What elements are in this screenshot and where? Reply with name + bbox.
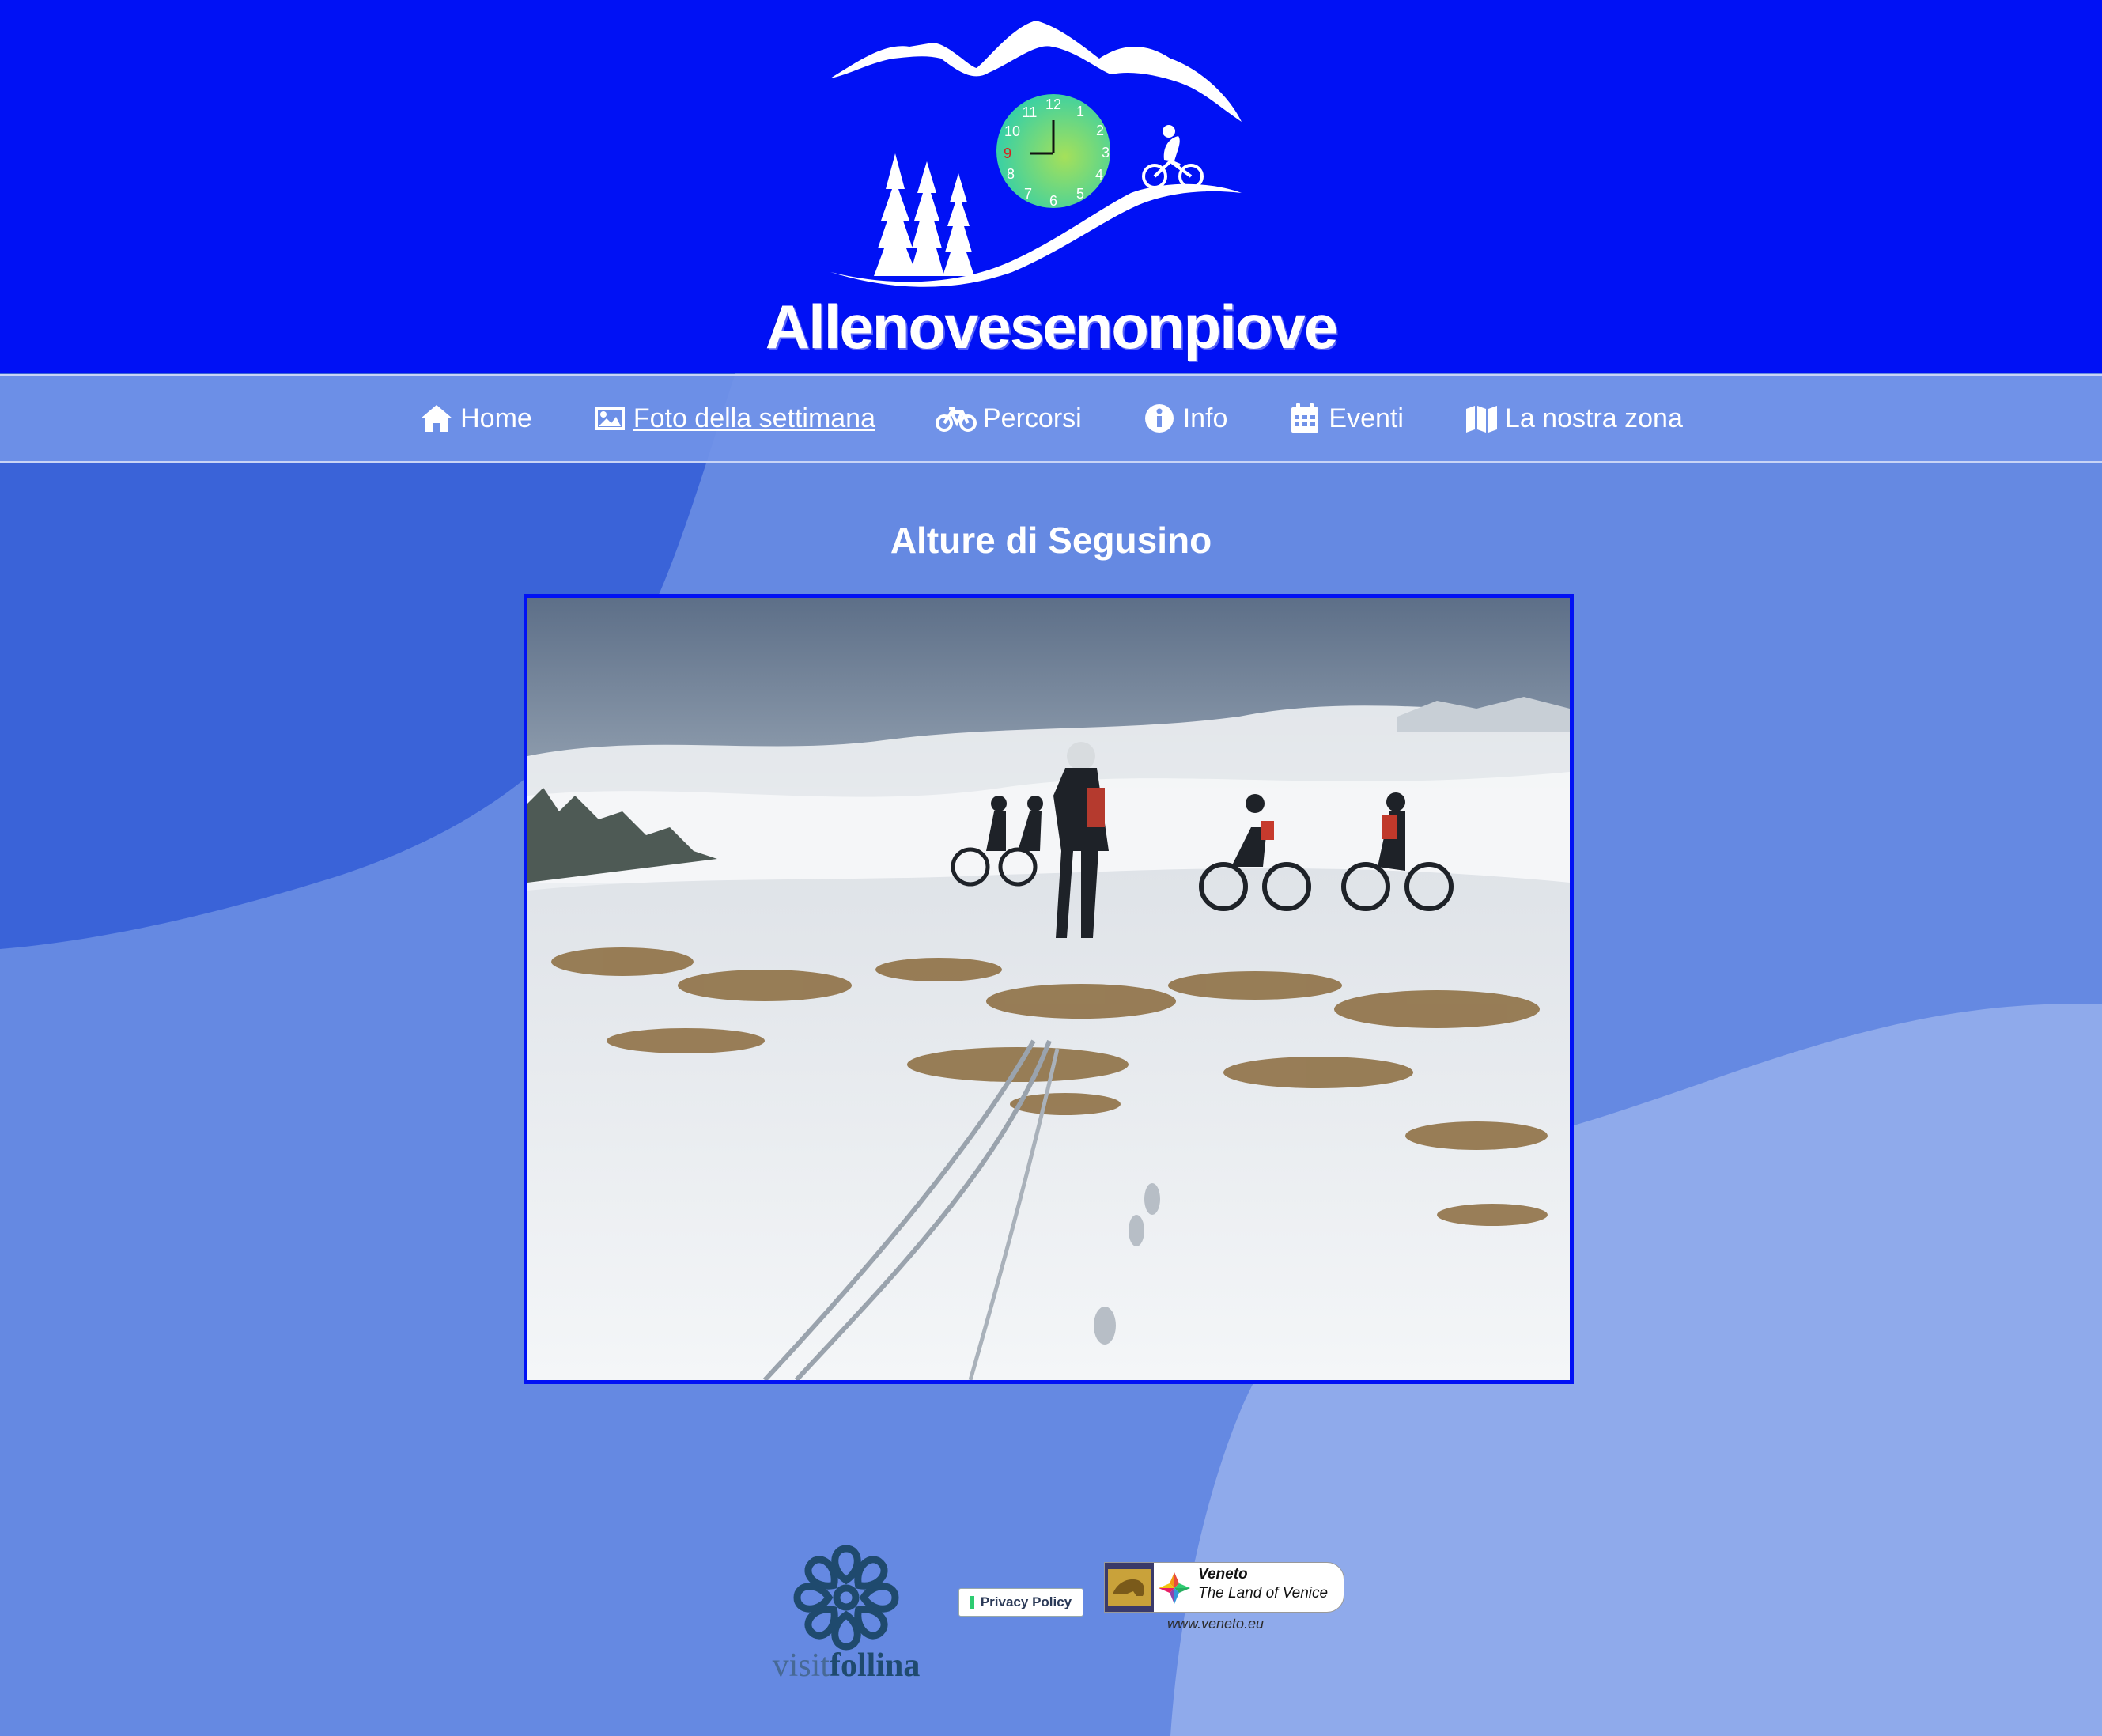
veneto-lion-flag-icon — [1105, 1563, 1154, 1612]
map-icon — [1465, 406, 1497, 433]
visit-follina-text: visitfollina — [759, 1647, 933, 1685]
veneto-url[interactable]: www.veneto.eu — [1167, 1616, 1264, 1632]
nav-item-eventi[interactable]: Eventi — [1287, 403, 1404, 434]
bicycle-icon — [936, 407, 977, 432]
nav-item-label: La nostra zona — [1504, 403, 1683, 433]
visit-follina-suffix: follina — [830, 1647, 921, 1684]
svg-text:1: 1 — [1076, 104, 1084, 119]
veneto-title: Veneto — [1198, 1566, 1248, 1583]
nav-item-info[interactable]: Info — [1142, 403, 1228, 434]
nav-item-label: Info — [1182, 403, 1228, 433]
svg-text:5: 5 — [1076, 186, 1084, 202]
calendar-icon — [1291, 403, 1319, 433]
veneto-star-icon — [1159, 1572, 1190, 1604]
page-title: Alture di Segusino — [890, 520, 1212, 561]
home-icon — [421, 405, 453, 432]
nav-item-foto-della-settimana[interactable]: Foto della settimana — [592, 403, 875, 434]
visit-follina-prefix: visit — [772, 1647, 830, 1684]
nav-item-label: Eventi — [1329, 403, 1404, 433]
veneto-badge[interactable]: Veneto The Land of Venice — [1104, 1562, 1344, 1613]
main-nav: Home Foto della settimana Percorsi Info … — [0, 374, 2102, 463]
nav-item-home[interactable]: Home — [419, 403, 532, 434]
svg-text:12: 12 — [1045, 96, 1061, 112]
svg-text:11: 11 — [1023, 104, 1038, 120]
privacy-policy-button[interactable]: Privacy Policy — [958, 1588, 1083, 1617]
photo-image — [527, 598, 1570, 1380]
svg-text:8: 8 — [1007, 166, 1015, 182]
nav-item-label: Percorsi — [983, 403, 1082, 433]
svg-text:10: 10 — [1004, 123, 1020, 139]
veneto-subtitle: The Land of Venice — [1198, 1585, 1329, 1602]
privacy-policy-label: Privacy Policy — [980, 1594, 1072, 1609]
svg-text:3: 3 — [1102, 145, 1110, 161]
nav-item-label: Home — [460, 403, 532, 433]
nav-item-la-nostra-zona[interactable]: La nostra zona — [1464, 403, 1683, 434]
svg-text:9: 9 — [1004, 146, 1011, 161]
site-header: 12 1 2 3 4 5 6 7 8 9 10 11 Allenovesenon… — [0, 0, 2102, 373]
svg-text:6: 6 — [1049, 193, 1057, 209]
iubenda-icon — [970, 1595, 974, 1609]
site-logo-text: Allenovesenonpiove — [765, 292, 1339, 361]
svg-text:7: 7 — [1024, 186, 1032, 202]
nav-item-percorsi[interactable]: Percorsi — [936, 403, 1082, 434]
svg-text:2: 2 — [1096, 123, 1104, 138]
nav-item-label: Foto della settimana — [633, 403, 875, 433]
image-icon — [594, 407, 625, 430]
svg-text:4: 4 — [1095, 167, 1103, 183]
photo-of-the-week[interactable] — [524, 594, 1574, 1384]
info-icon — [1144, 404, 1174, 433]
